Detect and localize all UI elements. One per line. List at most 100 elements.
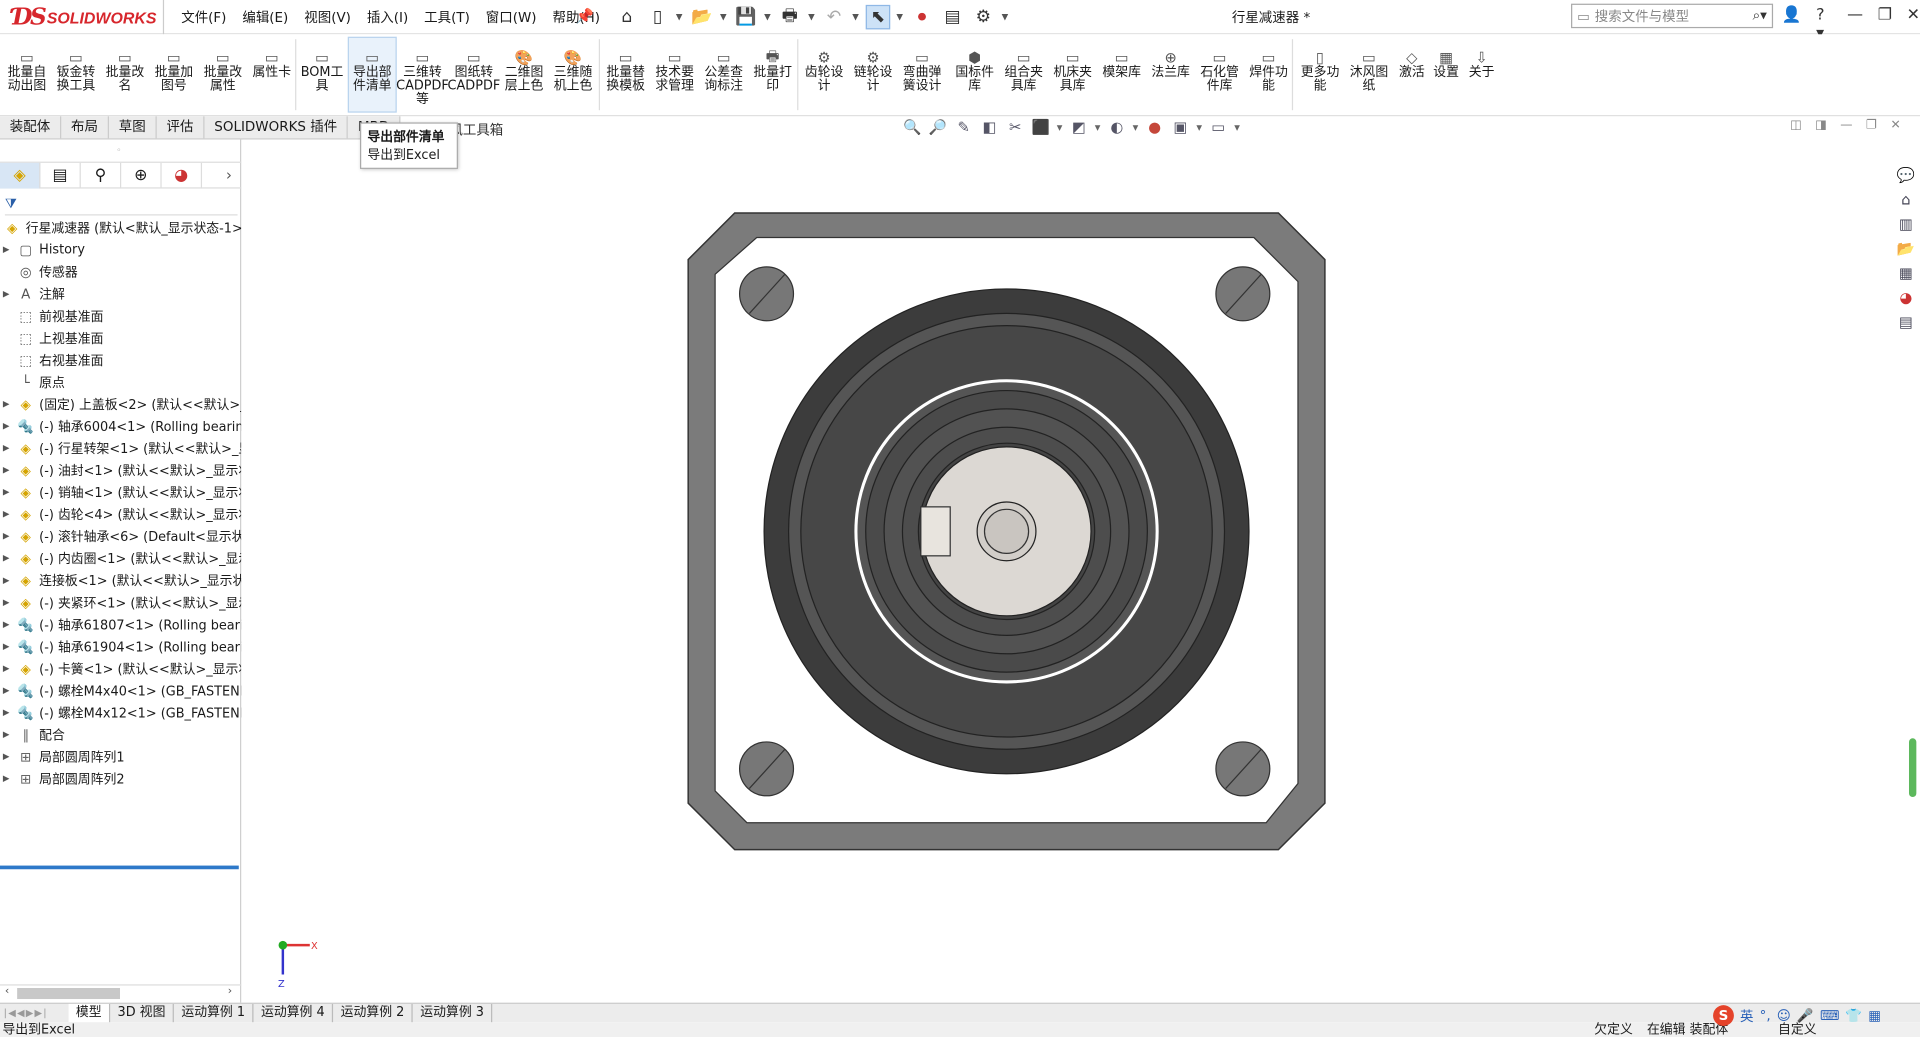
tree-item[interactable]: └ 原点 xyxy=(0,371,241,393)
bottom-tab[interactable]: 3D 视图 xyxy=(110,1003,175,1023)
scroll-thumb[interactable] xyxy=(17,988,121,1000)
punctuation-icon[interactable]: °, xyxy=(1760,1008,1771,1024)
tree-item[interactable]: ◎ 传感器 xyxy=(0,261,241,283)
tree-item[interactable]: ▶ ▢ History xyxy=(0,239,241,261)
cmd-button[interactable]: ▭ 三维转 CADPDF 等 xyxy=(396,49,449,107)
custom-properties-icon[interactable]: ▤ xyxy=(1895,312,1917,332)
previous-view-icon[interactable]: ✎ xyxy=(954,118,974,138)
property-manager-tab-icon[interactable]: ▤ xyxy=(40,162,81,189)
cmd-button[interactable]: ▭ 焊件功 能 xyxy=(1244,49,1293,93)
tree-item[interactable]: ▶ ◈ (-) 行星转架<1> (默认<<默认>_显示状态 xyxy=(0,437,241,459)
cmd-button[interactable]: ⚙ 链轮设 计 xyxy=(849,49,898,93)
solidworks-logo[interactable]: ƊS SOLIDWORKS xyxy=(12,4,156,31)
cmd-button[interactable]: ▭ 批量改 名 xyxy=(100,49,149,93)
chevron-right-icon[interactable]: ▶ xyxy=(0,597,12,607)
command-tab[interactable]: SOLIDWORKS 插件 xyxy=(204,116,349,139)
chevron-down-icon[interactable]: ▼ xyxy=(764,12,771,22)
chevron-right-icon[interactable]: ▶ xyxy=(0,443,12,453)
tree-filter[interactable]: ⧩ xyxy=(4,193,238,216)
chevron-right-icon[interactable]: ▶ xyxy=(0,245,12,255)
ime-indicator-bar[interactable] xyxy=(1908,738,1917,798)
zoom-area-icon[interactable]: 🔎 xyxy=(928,118,948,138)
viewport-minimize-icon[interactable]: — xyxy=(1840,119,1852,132)
scroll-right-icon[interactable]: › xyxy=(228,986,232,998)
display-style-icon[interactable]: ◩ xyxy=(1069,118,1089,138)
tree-item[interactable]: ▶ A 注解 xyxy=(0,283,241,305)
home-icon[interactable]: ⌂ xyxy=(615,5,639,29)
select-cursor-icon[interactable]: ⬉ xyxy=(865,4,891,30)
keyboard-icon[interactable]: ⌨ xyxy=(1820,1008,1839,1024)
cmd-button[interactable]: ⊕ 法兰库 xyxy=(1146,49,1195,80)
file-properties-icon[interactable]: ▤ xyxy=(940,5,964,29)
chevron-right-icon[interactable]: ▶ xyxy=(0,421,12,431)
chevron-down-icon[interactable]: ▼ xyxy=(720,12,727,22)
bottom-tab[interactable]: 运动算例 2 xyxy=(333,1003,413,1023)
tree-item[interactable]: ▶ 🔩 (-) 轴承6004<1> (Rolling bearing xyxy=(0,415,241,437)
tree-item[interactable]: ▶ 🔩 (-) 轴承61904<1> (Rolling bearing xyxy=(0,635,241,657)
cmd-button[interactable]: ⚙ 齿轮设 计 xyxy=(800,49,849,93)
filter-icon[interactable]: ⧩ xyxy=(5,195,17,212)
design-library-icon[interactable]: ▥ xyxy=(1895,214,1917,234)
planetary-reducer-model[interactable] xyxy=(686,211,1328,853)
tree-item[interactable]: ▶ ◈ (-) 内齿圈<1> (默认<<默认>_显示状态 xyxy=(0,547,241,569)
menu-item[interactable]: 文件(F) xyxy=(181,7,226,27)
tree-root[interactable]: ◈ 行星减速器 (默认<默认_显示状态-1>) xyxy=(0,217,241,239)
sogou-icon[interactable]: S xyxy=(1713,1005,1734,1026)
split-right-icon[interactable]: ◨ xyxy=(1815,119,1827,132)
chevron-down-icon[interactable]: ▼ xyxy=(1234,123,1240,132)
cmd-button[interactable]: ▭ 技术要 求管理 xyxy=(650,49,699,93)
menu-item[interactable]: 编辑(E) xyxy=(242,7,288,27)
cmd-button[interactable]: ▭ 导出部 件清单 xyxy=(347,36,397,113)
chevron-right-icon[interactable]: ▶ xyxy=(0,730,12,740)
tree-item[interactable]: ▶ ◈ 连接板<1> (默认<<默认>_显示状态 xyxy=(0,569,241,591)
cmd-button[interactable]: ◇ 激活 xyxy=(1393,49,1430,80)
tree-item[interactable]: ▶ 🔩 (-) 螺栓M4x40<1> (GB_FASTENER xyxy=(0,679,241,701)
viewport-close-icon[interactable]: ✕ xyxy=(1890,119,1900,132)
solidworks-resources-icon[interactable]: 💬 xyxy=(1895,165,1917,185)
scroll-left-icon[interactable]: ‹ xyxy=(5,986,9,998)
cmd-button[interactable]: ▭ 属性卡 xyxy=(247,49,296,80)
search-icon[interactable]: ⌕▾ xyxy=(1753,7,1767,24)
cmd-button[interactable]: ▭ 石化管 件库 xyxy=(1195,49,1244,93)
toolbox-grid-icon[interactable]: ▦ xyxy=(1868,1008,1881,1024)
chevron-down-icon[interactable]: ▼ xyxy=(1057,123,1063,132)
graphics-area[interactable]: X Z xyxy=(242,139,1884,1003)
chevron-right-icon[interactable]: ▶ xyxy=(0,752,12,762)
tree-item[interactable]: ▶ ◈ (-) 销轴<1> (默认<<默认>_显示状态 xyxy=(0,481,241,503)
hide-show-icon[interactable]: ◐ xyxy=(1107,118,1127,138)
viewport-restore-icon[interactable]: ❐ xyxy=(1866,119,1877,132)
cmd-button[interactable]: ⇩ 关于 xyxy=(1463,49,1500,80)
section-view-icon[interactable]: ◧ xyxy=(980,118,1000,138)
cmd-button[interactable]: ▭ 沐风图 纸 xyxy=(1345,49,1394,93)
menu-item[interactable]: 窗口(W) xyxy=(486,7,537,27)
cmd-button[interactable]: ▭ 批量改 属性 xyxy=(198,49,247,93)
tree-item[interactable]: ▶ ∥ 配合 xyxy=(0,724,241,746)
save-icon[interactable]: 💾 xyxy=(733,5,757,29)
cmd-button[interactable]: ▯ 更多功 能 xyxy=(1296,49,1345,93)
zoom-to-fit-icon[interactable]: 🔍 xyxy=(902,118,922,138)
chevron-down-icon[interactable]: ▼ xyxy=(1196,123,1202,132)
tree-item[interactable]: ▶ ◈ (-) 卡簧<1> (默认<<默认>_显示状态 xyxy=(0,657,241,679)
file-explorer-icon[interactable]: 📂 xyxy=(1895,239,1917,259)
cmd-button[interactable]: ▭ 钣金转 换工具 xyxy=(51,49,100,93)
cmd-button[interactable]: ⬢ 国标件 库 xyxy=(950,49,999,93)
tree-item[interactable]: ▶ ◈ (-) 齿轮<4> (默认<<默认>_显示状态 xyxy=(0,503,241,525)
chevron-right-icon[interactable]: ▶ xyxy=(0,553,12,563)
cmd-button[interactable]: ▦ 设置 xyxy=(1428,49,1465,80)
menu-item[interactable]: 视图(V) xyxy=(304,7,351,27)
undo-icon[interactable]: ↶ xyxy=(822,5,846,29)
tab-nav-arrows[interactable]: |◀◀▶▶| xyxy=(0,1008,69,1019)
tree-item[interactable]: ▶ ◈ (固定) 上盖板<2> (默认<<默认>_显示状态 xyxy=(0,393,241,415)
chevron-down-icon[interactable]: ▼ xyxy=(1002,12,1009,22)
chevron-right-icon[interactable]: ▶ xyxy=(0,708,12,718)
search-input[interactable]: ▭ 搜索文件与模型 ⌕▾ xyxy=(1571,3,1774,29)
tree-item[interactable]: ▶ ⊞ 局部圆周阵列1 xyxy=(0,746,241,768)
menu-item[interactable]: 工具(T) xyxy=(424,7,470,27)
tree-item[interactable]: ▶ ◈ (-) 滚针轴承<6> (Default<显示状态 xyxy=(0,525,241,547)
chevron-right-icon[interactable]: ▶ xyxy=(0,642,12,652)
dimxpert-tab-icon[interactable]: ⊕ xyxy=(121,162,162,189)
emoji-icon[interactable]: ☺ xyxy=(1777,1008,1791,1024)
tree-item[interactable]: ▶ ⊞ 局部圆周阵列2 xyxy=(0,768,241,790)
cmd-button[interactable]: 🎨 三维随 机上色 xyxy=(549,49,598,93)
chevron-right-icon[interactable]: ▶ xyxy=(0,686,12,696)
